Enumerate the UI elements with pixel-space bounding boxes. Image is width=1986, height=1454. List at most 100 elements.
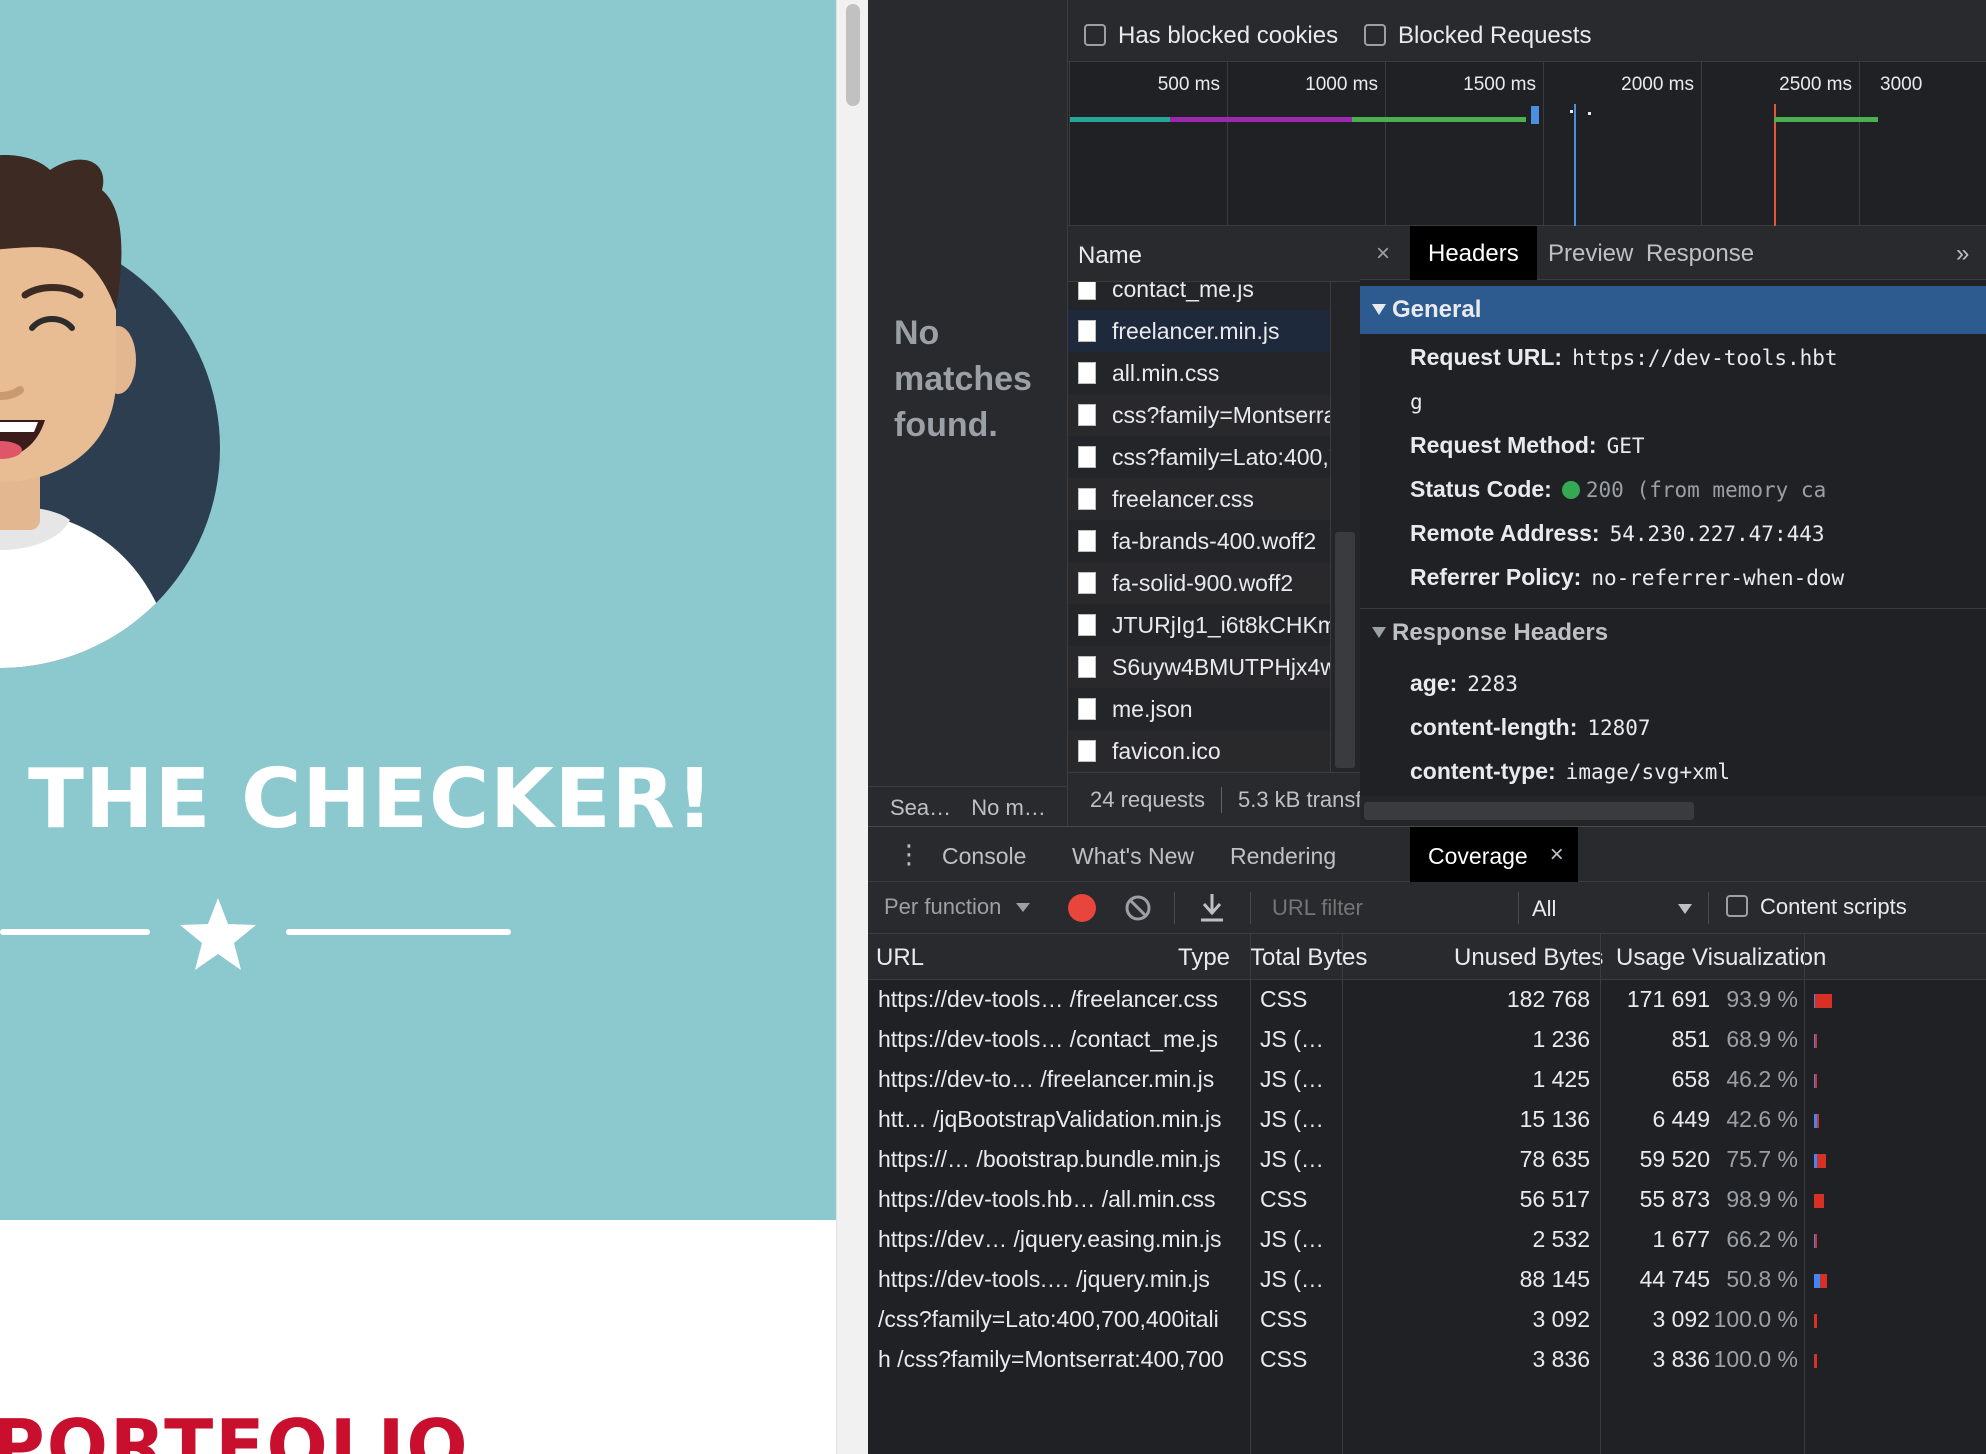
requests-scrollbar-thumb[interactable] — [1335, 532, 1355, 768]
requests-scrollbar[interactable] — [1330, 282, 1360, 772]
divider-line-left — [0, 929, 150, 935]
column-header-type[interactable]: Type — [1170, 934, 1240, 980]
coverage-row[interactable]: h /css?family=Montserrat:400,700 CSS 3 836… — [868, 1340, 1986, 1380]
request-row[interactable]: contact_me.js — [1068, 282, 1360, 310]
coverage-type: CSS — [1260, 1346, 1308, 1372]
coverage-url: https://dev-tools… /contact_me.js — [878, 1026, 1219, 1052]
tab-coverage[interactable]: Coverage × — [1410, 827, 1578, 883]
coverage-row[interactable]: https://dev… /jquery.easing.min.js JS (… 2… — [868, 1220, 1986, 1260]
general-section-header[interactable]: General — [1360, 286, 1986, 334]
record-icon[interactable] — [1068, 894, 1096, 922]
request-row[interactable]: fa-solid-900.woff2 — [1068, 562, 1360, 604]
file-icon — [1078, 488, 1096, 510]
column-header-url[interactable]: URL — [868, 934, 1168, 980]
coverage-row[interactable]: https://dev-tools.hb… /all.min.css CSS 56 … — [868, 1180, 1986, 1220]
coverage-row[interactable]: https://dev-tools.… /jquery.min.js JS (… 8… — [868, 1260, 1986, 1300]
content-scripts-filter[interactable]: Content scripts — [1726, 894, 1907, 920]
coverage-row[interactable]: htt… /jqBootstrapValidation.min.js JS (… 1… — [868, 1100, 1986, 1140]
waterfall-bar-late-download — [1774, 117, 1878, 122]
network-overview-timeline[interactable]: 500 ms 1000 ms 1500 ms 2000 ms 2500 ms 3… — [1068, 62, 1986, 226]
file-icon — [1078, 740, 1096, 762]
request-row[interactable]: all.min.css — [1068, 352, 1360, 394]
type-filter-select[interactable]: All — [1532, 892, 1692, 924]
request-name: css?family=Montserrat:400,700 — [1112, 402, 1360, 428]
coverage-url: /css?family=Lato:400,700,400itali — [878, 1306, 1219, 1332]
page-scrollbar-thumb[interactable] — [846, 4, 860, 106]
request-row[interactable]: css?family=Montserrat:400,700 — [1068, 394, 1360, 436]
coverage-unused-bytes: 44 745 — [1639, 1266, 1710, 1292]
request-row-selected[interactable]: freelancer.min.js — [1068, 310, 1360, 352]
response-headers-title: Response Headers — [1392, 619, 1609, 646]
export-download-icon[interactable] — [1198, 892, 1226, 924]
file-icon — [1078, 404, 1096, 426]
clear-icon[interactable] — [1124, 894, 1152, 922]
blocked-requests-filter[interactable]: Blocked Requests — [1364, 22, 1591, 50]
usage-bar — [1814, 1274, 1827, 1288]
coverage-row[interactable]: https://dev-tools… /contact_me.js JS (… 1 … — [868, 1020, 1986, 1060]
close-details-icon[interactable]: × — [1360, 226, 1408, 280]
coverage-unused-percent: 46.2 % — [1726, 1066, 1798, 1092]
response-headers-section-header[interactable]: Response Headers — [1360, 608, 1986, 656]
more-tabs-icon[interactable]: » — [1944, 226, 1986, 280]
url-filter-input[interactable] — [1264, 890, 1514, 926]
details-horizontal-scrollbar[interactable] — [1360, 796, 1986, 826]
request-row[interactable]: freelancer.css — [1068, 478, 1360, 520]
coverage-total-bytes: 1 236 — [1532, 1026, 1590, 1052]
coverage-row[interactable]: https://dev-tools… /freelancer.css CSS 182… — [868, 980, 1986, 1020]
column-header-usage-visualization[interactable]: Usage Visualization — [1608, 934, 1986, 980]
tab-headers[interactable]: Headers — [1410, 226, 1537, 280]
search-pane: No matches found. Sea… No m… — [868, 0, 1068, 826]
coverage-unused-percent: 42.6 % — [1726, 1106, 1798, 1132]
content-scripts-checkbox[interactable] — [1726, 895, 1748, 918]
blocked-requests-checkbox[interactable] — [1364, 23, 1386, 46]
request-url-wrap: g — [1410, 390, 1423, 414]
masthead-title: THE CHECKER! — [28, 752, 715, 847]
coverage-mode-select[interactable]: Per function — [884, 894, 1030, 920]
avatar-illustration — [0, 155, 220, 668]
triangle-down-icon — [1372, 304, 1386, 315]
tab-console[interactable]: Console — [924, 827, 1044, 883]
request-name: me.json — [1112, 696, 1193, 722]
request-name: S6uyw4BMUTPHjx4wXiWtFCc… — [1112, 654, 1360, 680]
devtools-panel: No matches found. Sea… No m… Has blocked… — [868, 0, 1986, 1454]
waterfall-dot — [1570, 110, 1573, 113]
coverage-row[interactable]: https://dev-to… /freelancer.min.js JS (… 1… — [868, 1060, 1986, 1100]
search-status-left: Sea… — [890, 795, 952, 820]
coverage-row[interactable]: https://… /bootstrap.bundle.min.js JS (… 7… — [868, 1140, 1986, 1180]
request-row[interactable]: me.json — [1068, 688, 1360, 730]
column-header-unused-bytes[interactable]: Unused Bytes — [1446, 934, 1606, 980]
details-tab-bar: × Headers Preview Response » — [1360, 226, 1986, 280]
request-name: JTURjIg1_i6t8kCHKm45_dJE3… — [1112, 612, 1360, 638]
overview-tick-label: 1000 ms — [1305, 74, 1378, 95]
referrer-policy-row: Referrer Policy: no-referrer-when-dow — [1410, 564, 1844, 591]
file-icon — [1078, 362, 1096, 384]
triangle-down-icon — [1372, 627, 1386, 638]
requests-summary-bar: 24 requests 5.3 kB transferred — [1068, 772, 1430, 826]
masthead: THE CHECKER! — [0, 0, 836, 1220]
tab-rendering[interactable]: Rendering — [1212, 827, 1354, 883]
name-column-header[interactable]: Name — [1068, 226, 1360, 282]
request-row[interactable]: JTURjIg1_i6t8kCHKm45_dJE3… — [1068, 604, 1360, 646]
request-name: fa-solid-900.woff2 — [1112, 570, 1294, 596]
page-scrollbar[interactable] — [836, 0, 868, 1454]
request-row[interactable]: S6uyw4BMUTPHjx4wXiWtFCc… — [1068, 646, 1360, 688]
request-name: all.min.css — [1112, 360, 1220, 386]
coverage-total-bytes: 88 145 — [1519, 1266, 1590, 1292]
search-status-bar: Sea… No m… — [868, 786, 1068, 826]
file-icon — [1078, 282, 1096, 300]
coverage-row[interactable]: /css?family=Lato:400,700,400itali CSS 3 09… — [868, 1300, 1986, 1340]
coverage-table: URL Type Total Bytes Unused Bytes Usage … — [868, 934, 1986, 1454]
request-row[interactable]: css?family=Lato:400,700,400it… — [1068, 436, 1360, 478]
request-row[interactable]: favicon.ico — [1068, 730, 1360, 772]
coverage-unused-percent: 100.0 % — [1713, 1306, 1798, 1332]
details-scrollbar-thumb[interactable] — [1364, 802, 1694, 820]
has-blocked-cookies-checkbox[interactable] — [1084, 23, 1106, 46]
has-blocked-cookies-filter[interactable]: Has blocked cookies — [1084, 22, 1338, 50]
tab-response[interactable]: Response — [1628, 226, 1772, 280]
request-row[interactable]: fa-brands-400.woff2 — [1068, 520, 1360, 562]
tab-whats-new[interactable]: What's New — [1054, 827, 1212, 883]
coverage-url: https://dev-tools.hb… /all.min.css — [878, 1186, 1216, 1212]
request-name: contact_me.js — [1112, 282, 1254, 302]
close-coverage-icon[interactable]: × — [1550, 841, 1564, 869]
usage-bar-unused — [1814, 1354, 1817, 1368]
